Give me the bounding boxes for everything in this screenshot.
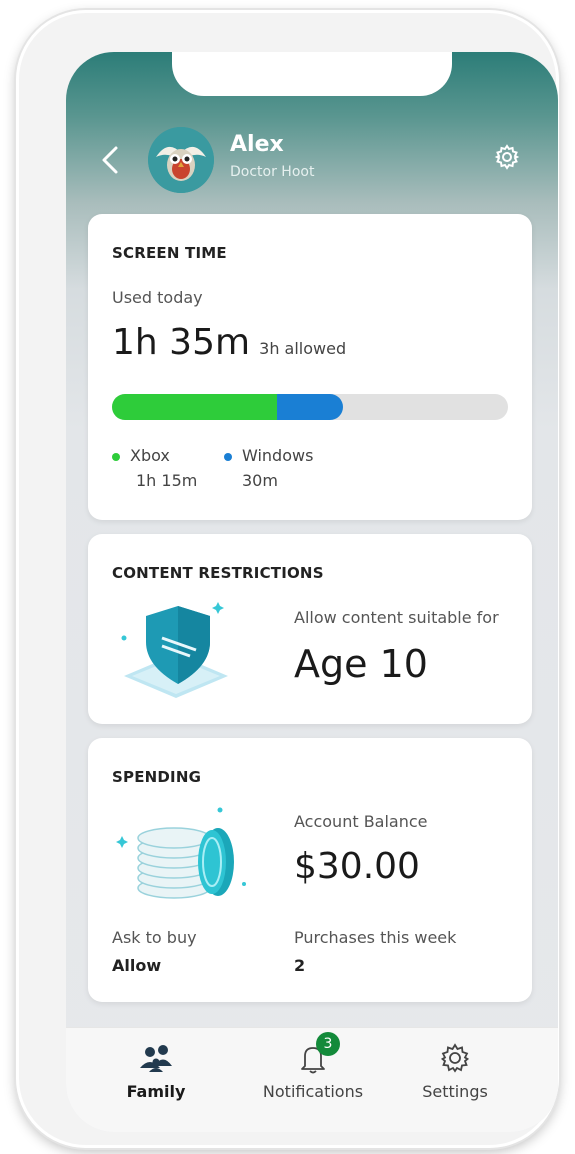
profile-name: Alex [230,132,284,157]
phone-notch [172,52,452,96]
nav-family[interactable]: Family [91,1038,221,1101]
gear-icon [494,144,520,170]
legend-xbox-name: Xbox [130,446,170,465]
chevron-left-icon [102,146,118,174]
legend-xbox: Xbox 1h 15m [112,446,197,490]
ask-to-buy-value: Allow [112,956,162,975]
nav-settings-label: Settings [422,1082,488,1101]
avatar[interactable] [148,127,214,193]
used-today-value: 1h 35m 3h allowed [112,322,346,363]
app-screen: Alex Doctor Hoot SCREEN TIME Used today … [66,52,558,1132]
family-icon [140,1045,172,1072]
legend-windows-time: 30m [242,471,278,490]
screen-time-title: SCREEN TIME [112,244,227,262]
profile-settings-button[interactable] [492,142,522,172]
back-button[interactable] [96,140,126,180]
screen-time-card[interactable]: SCREEN TIME Used today 1h 35m 3h allowed… [88,214,532,520]
gear-icon [440,1043,470,1073]
purchases-value: 2 [294,956,306,975]
legend-xbox-time: 1h 15m [136,471,198,490]
spending-title: SPENDING [112,768,202,786]
windows-dot-icon [224,452,232,461]
used-today-label: Used today [112,288,203,307]
owl-avatar-icon [148,127,214,193]
purchases-label: Purchases this week [294,928,457,947]
allowed-time: 3h allowed [259,339,347,358]
screen-time-progress-bar [112,394,508,420]
nav-family-label: Family [126,1082,186,1101]
spending-card[interactable]: SPENDING Account Balance $30.00 Ask to b… [88,738,532,1002]
balance-label: Account Balance [294,812,428,831]
xbox-usage-segment [112,394,277,420]
content-restrictions-title: CONTENT RESTRICTIONS [112,564,324,582]
windows-usage-segment [277,394,343,420]
shield-icon [116,594,236,704]
notifications-badge: 3 [316,1032,340,1056]
nav-settings[interactable]: Settings [390,1038,520,1101]
nav-notifications-label: Notifications [262,1082,364,1101]
nav-notifications[interactable]: 3 Notifications [248,1032,378,1101]
used-time: 1h 35m [112,322,251,363]
content-subtitle: Allow content suitable for [294,608,499,627]
coins-icon [112,800,252,910]
bottom-nav: Family 3 Notifications Settings [66,1027,558,1132]
ask-to-buy-label: Ask to buy [112,928,197,947]
phone-frame: Alex Doctor Hoot SCREEN TIME Used today … [16,10,559,1148]
balance-value: $30.00 [294,846,420,887]
legend-windows-name: Windows [242,446,314,465]
content-age: Age 10 [294,642,428,686]
xbox-dot-icon [112,452,120,461]
content-restrictions-card[interactable]: CONTENT RESTRICTIONS Allow content suita… [88,534,532,724]
profile-header: Alex Doctor Hoot [66,122,558,202]
legend-windows: Windows 30m [224,446,313,490]
profile-gamertag: Doctor Hoot [230,164,315,180]
